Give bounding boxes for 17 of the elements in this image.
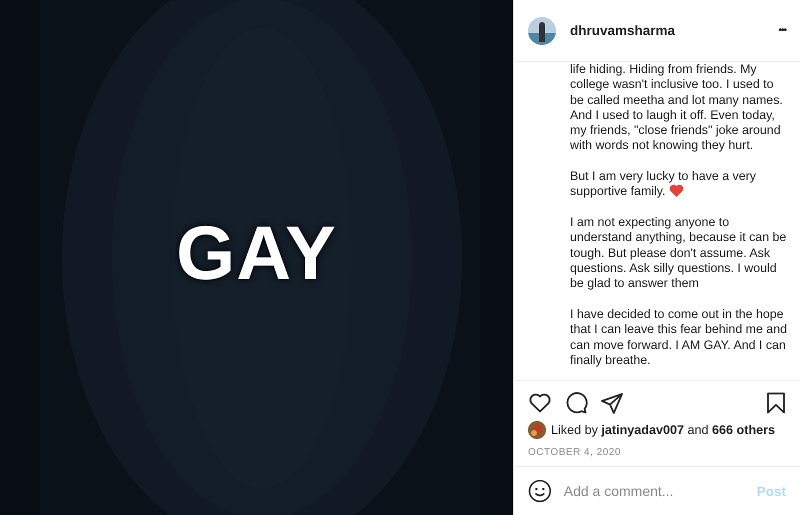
username[interactable]: dhruvamsharma [570,23,764,38]
more-options-button[interactable]: ••• [778,25,786,36]
caption-paragraph: But I am very lucky to have a very supportive family. [570,169,756,198]
likes-text[interactable]: Liked by jatinyadav007 and 666 others [551,423,776,437]
caption-paragraph: I am not expecting anyone to understand anything, because it can be tough. But please don't assume. Ask questions. Ask silly questions. I would be glad to answer them [570,215,788,292]
emoji-icon[interactable] [528,479,552,503]
avatar[interactable] [528,16,556,44]
comment-field[interactable]: Add a comment... [564,479,745,503]
post-date: OCTOBER 4, 2020 [527,446,622,460]
save-icon[interactable] [764,391,788,415]
liker-avatar[interactable] [528,421,546,439]
comment-icon[interactable] [564,391,588,415]
caption-paragraph: life hiding. Hiding from friends. My college wasn't inclusive too. I used to be called meetha and lot many names. And I used to laugh it off. Even today, my friends, "close friends" joke around with words not knowing they hurt. [570,62,784,154]
image-overlay-text: GAY [175,210,338,297]
caption-paragraph: I have decided to come out in the hope that I can leave this fear behind me and can move forward. I AM GAY. And I can finally breathe. [570,307,788,368]
like-icon[interactable] [528,391,552,415]
share-icon[interactable] [600,391,624,415]
